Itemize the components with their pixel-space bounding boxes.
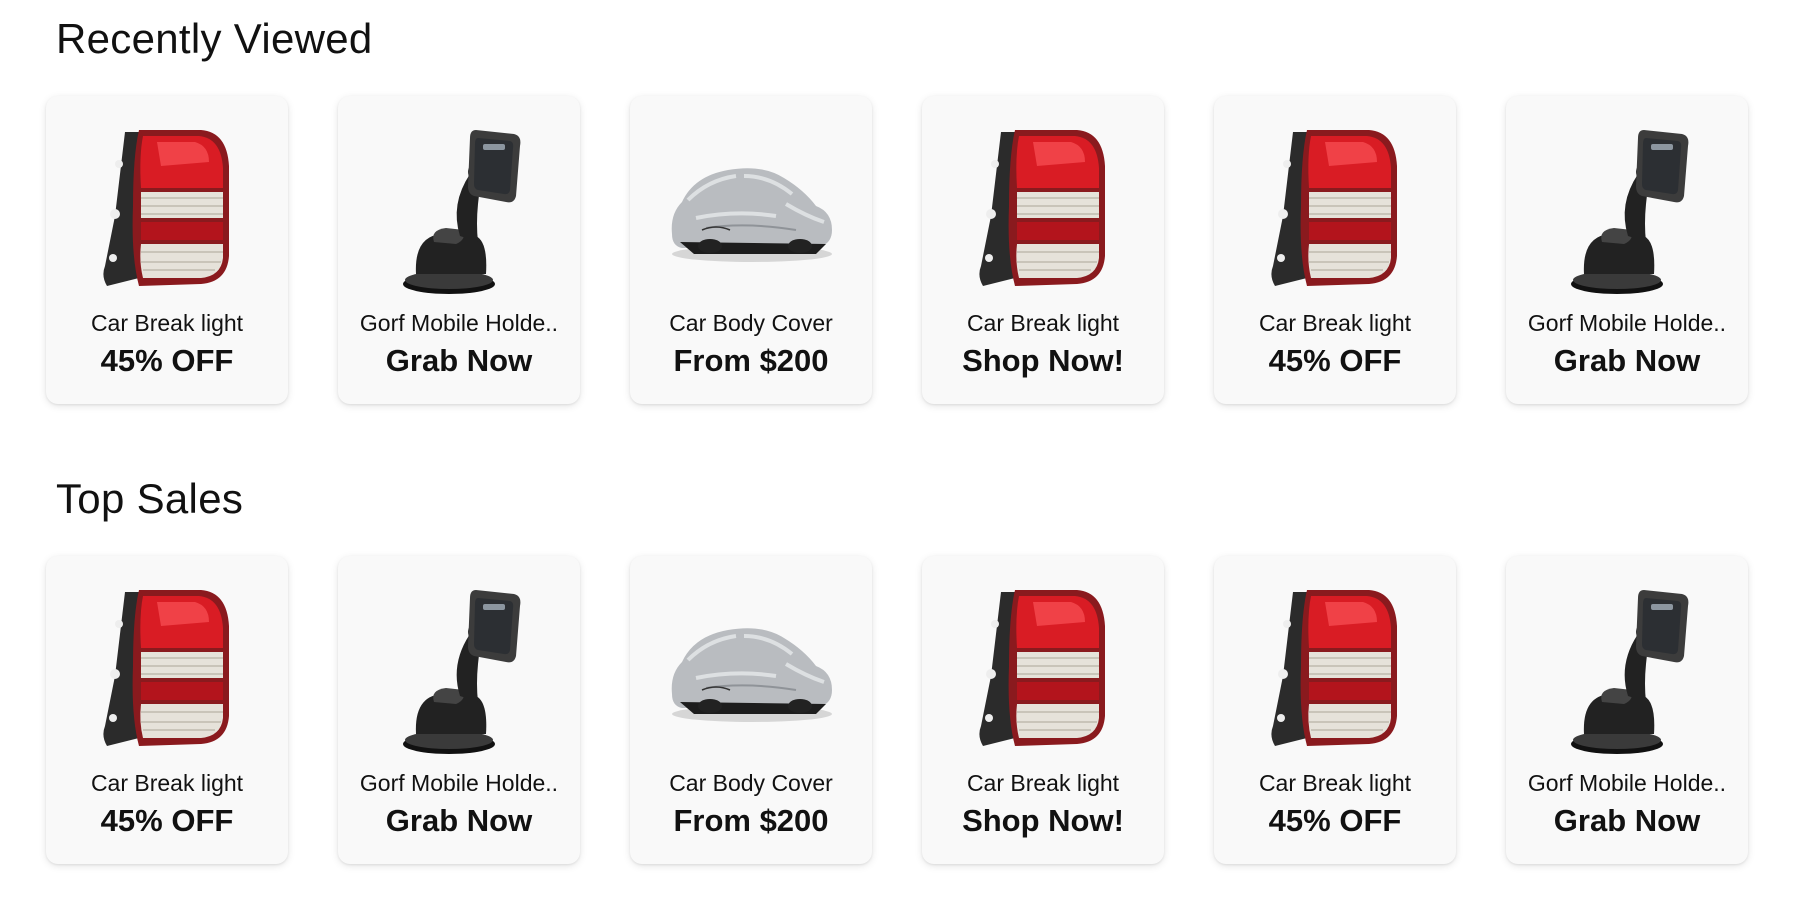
car-cover-icon: [651, 116, 851, 306]
product-offer: Grab Now: [1553, 803, 1701, 838]
product-card[interactable]: Car Break light 45% OFF: [1214, 96, 1456, 404]
product-offer: From $200: [673, 803, 829, 838]
product-name: Gorf Mobile Holde..: [359, 310, 559, 336]
product-card[interactable]: Car Break light Shop Now!: [922, 96, 1164, 404]
top-sales-row: Car Break light 45% OFF Gorf Mobile Hold…: [46, 556, 1748, 864]
product-name: Car Body Cover: [669, 770, 833, 796]
product-offer: 45% OFF: [1268, 803, 1402, 838]
tail-light-icon: [67, 576, 267, 766]
product-offer: Grab Now: [1553, 343, 1701, 378]
product-offer: Shop Now!: [962, 343, 1124, 378]
product-name: Gorf Mobile Holde..: [1527, 770, 1727, 796]
section-title-top-sales: Top Sales: [56, 475, 244, 522]
product-name: Car Break light: [90, 310, 244, 336]
product-card[interactable]: Car Body Cover From $200: [630, 96, 872, 404]
product-name: Car Break light: [1258, 310, 1412, 336]
product-name: Gorf Mobile Holde..: [1527, 310, 1727, 336]
section-title-recently-viewed: Recently Viewed: [56, 15, 373, 62]
product-card[interactable]: Car Break light Shop Now!: [922, 556, 1164, 864]
product-name: Gorf Mobile Holde..: [359, 770, 559, 796]
product-offer: Grab Now: [385, 343, 533, 378]
product-card[interactable]: Car Break light 45% OFF: [46, 556, 288, 864]
product-card[interactable]: Car Break light 45% OFF: [1214, 556, 1456, 864]
product-name: Car Break light: [966, 310, 1120, 336]
phone-holder-icon: [1527, 116, 1727, 306]
phone-holder-icon: [1527, 576, 1727, 766]
product-card[interactable]: Gorf Mobile Holde.. Grab Now: [1506, 556, 1748, 864]
product-card[interactable]: Gorf Mobile Holde.. Grab Now: [338, 96, 580, 404]
product-name: Car Break light: [966, 770, 1120, 796]
tail-light-icon: [943, 116, 1143, 306]
tail-light-icon: [1235, 576, 1435, 766]
product-card[interactable]: Gorf Mobile Holde.. Grab Now: [1506, 96, 1748, 404]
tail-light-icon: [67, 116, 267, 306]
car-cover-icon: [651, 576, 851, 766]
tail-light-icon: [943, 576, 1143, 766]
product-name: Car Break light: [90, 770, 244, 796]
phone-holder-icon: [359, 576, 559, 766]
product-offer: 45% OFF: [100, 343, 234, 378]
product-offer: 45% OFF: [1268, 343, 1402, 378]
product-offer: 45% OFF: [100, 803, 234, 838]
product-offer: Grab Now: [385, 803, 533, 838]
phone-holder-icon: [359, 116, 559, 306]
recently-viewed-row: Car Break light 45% OFF Gorf Mobile Hold…: [46, 96, 1748, 404]
product-name: Car Body Cover: [669, 310, 833, 336]
product-name: Car Break light: [1258, 770, 1412, 796]
product-offer: From $200: [673, 343, 829, 378]
product-card[interactable]: Gorf Mobile Holde.. Grab Now: [338, 556, 580, 864]
tail-light-icon: [1235, 116, 1435, 306]
product-card[interactable]: Car Body Cover From $200: [630, 556, 872, 864]
product-offer: Shop Now!: [962, 803, 1124, 838]
product-card[interactable]: Car Break light 45% OFF: [46, 96, 288, 404]
